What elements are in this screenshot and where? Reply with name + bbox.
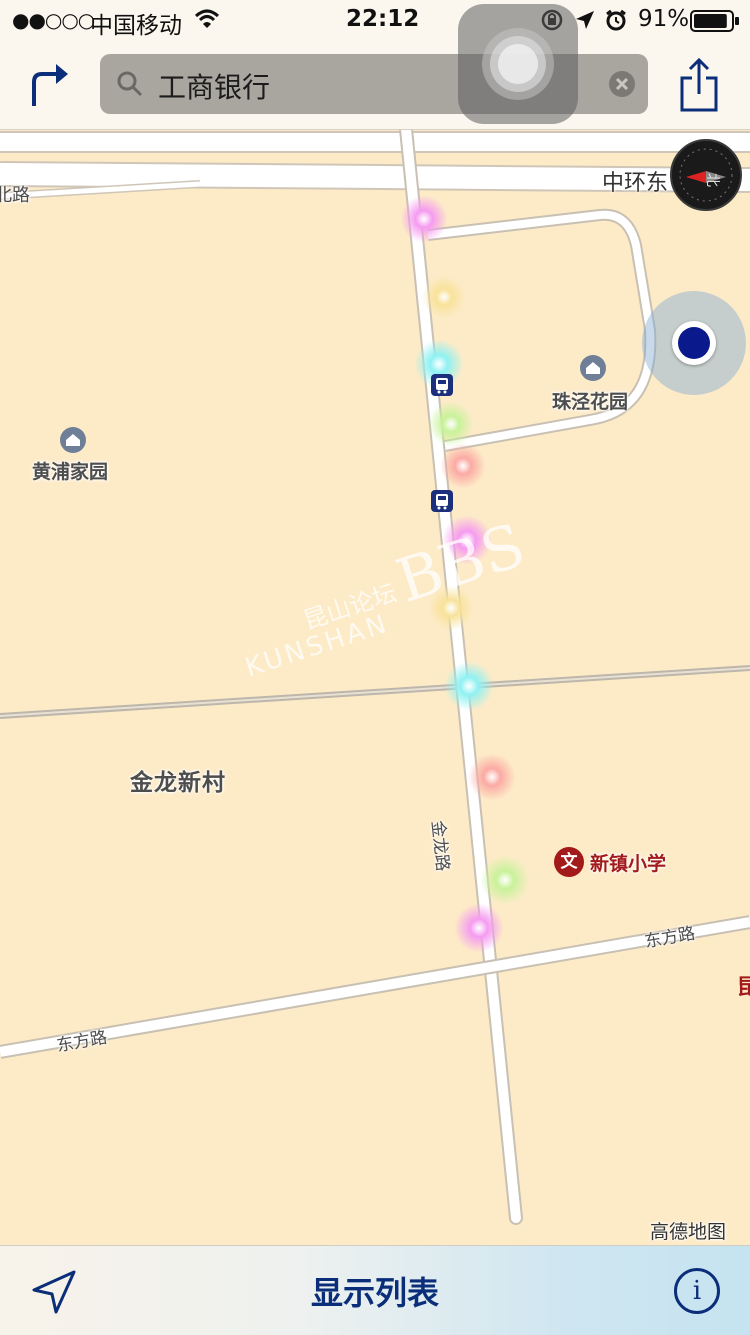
- signal-strength: ●●○○○: [12, 8, 95, 32]
- assistive-touch-button[interactable]: [458, 4, 578, 124]
- share-icon[interactable]: [678, 56, 720, 118]
- user-location-dot[interactable]: [672, 321, 716, 365]
- search-icon: [116, 70, 144, 102]
- result-marker[interactable]: [468, 753, 516, 801]
- result-marker[interactable]: [454, 903, 504, 953]
- residential-icon: [580, 355, 606, 381]
- residential-icon: [60, 427, 86, 453]
- poi-label-zhujing: 珠泾花园: [552, 391, 629, 413]
- result-marker[interactable]: [440, 443, 486, 489]
- compass-icon: 北: [679, 148, 733, 202]
- status-bar: ●●○○○ 中国移动 22:12 91%: [0, 0, 750, 40]
- show-list-button[interactable]: 显示列表: [0, 1268, 750, 1314]
- search-input[interactable]: 工商银行: [158, 66, 270, 106]
- wifi-icon: [194, 8, 220, 34]
- svg-text:北: 北: [704, 173, 720, 187]
- battery-icon: [690, 10, 740, 36]
- clock-time: 22:12: [346, 6, 420, 32]
- result-marker[interactable]: [422, 275, 466, 319]
- info-icon: i: [692, 1276, 702, 1306]
- bottom-toolbar: 显示列表 i: [0, 1245, 750, 1335]
- edge-label: 昆: [737, 975, 750, 999]
- info-button[interactable]: i: [674, 1268, 720, 1314]
- result-marker[interactable]: [444, 661, 494, 711]
- bus-stop-icon[interactable]: [431, 490, 453, 512]
- area-label-jinlong: 金龙新村: [130, 770, 226, 796]
- alarm-icon: [604, 8, 628, 36]
- result-marker[interactable]: [480, 855, 530, 905]
- bus-stop-icon[interactable]: [431, 374, 453, 396]
- carrier-name: 中国移动: [90, 13, 182, 39]
- clear-search-icon[interactable]: [608, 70, 636, 102]
- result-marker[interactable]: [400, 195, 448, 243]
- map-attribution: 高德地图: [650, 1221, 727, 1243]
- map-roads: [0, 129, 750, 1225]
- map-view[interactable]: 中环东 北路 黄浦家园 珠泾花园 金龙新村 金龙路 东方路 东方路 昆 文 新镇…: [0, 129, 750, 1245]
- poi-label-huangpu: 黄浦家园: [32, 461, 109, 483]
- road-label-left: 北路: [0, 185, 30, 206]
- road-label-ring: 中环东: [602, 171, 669, 196]
- battery-percent: 91%: [638, 6, 690, 32]
- school-icon: 文: [560, 852, 578, 872]
- compass-button[interactable]: 北: [670, 139, 742, 211]
- poi-label-xinzhen-school[interactable]: 新镇小学: [590, 849, 666, 876]
- road-label-jinlong: 金龙路: [427, 819, 453, 873]
- directions-icon[interactable]: [28, 60, 72, 114]
- result-marker[interactable]: [428, 401, 474, 447]
- school-marker[interactable]: 文: [554, 847, 584, 877]
- navigation-bar: 工商银行: [0, 40, 750, 130]
